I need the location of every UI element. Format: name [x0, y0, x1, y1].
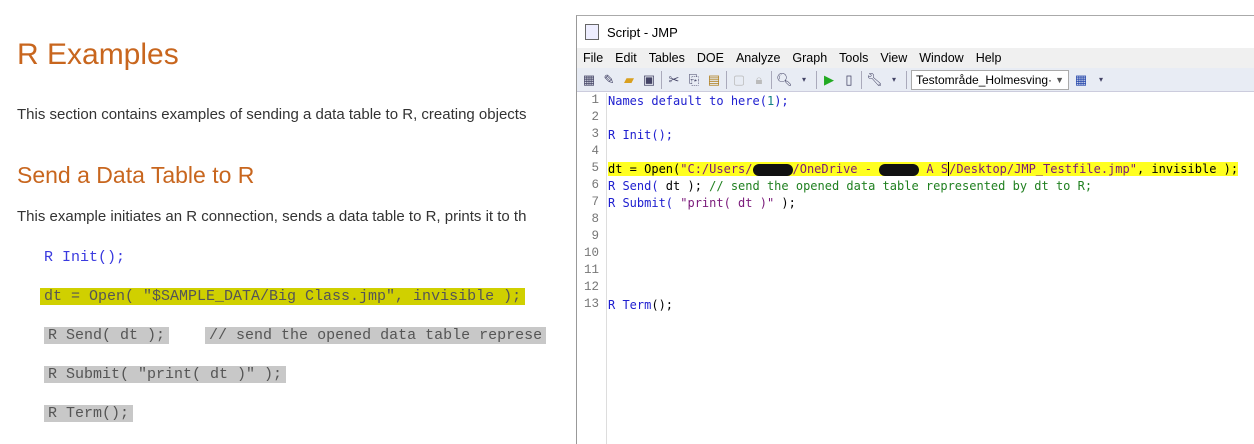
menu-analyze[interactable]: Analyze: [736, 51, 780, 65]
paste-icon[interactable]: ▤: [706, 72, 722, 88]
search-icon[interactable]: 🔍︎: [776, 72, 793, 88]
copy-icon[interactable]: ⎘: [686, 72, 702, 88]
code-token: R Submit(: [608, 196, 674, 210]
line-number: 5: [591, 161, 599, 175]
code-string: A S: [919, 162, 949, 176]
menu-doe[interactable]: DOE: [697, 51, 724, 65]
line-number: 6: [591, 178, 599, 192]
menu-tools[interactable]: Tools: [839, 51, 868, 65]
code-line-3: R Init();: [608, 128, 673, 142]
data-table-icon[interactable]: ▦: [1073, 72, 1089, 88]
menu-tables[interactable]: Tables: [649, 51, 685, 65]
doc-code-line-4: R Submit( "print( dt )" );: [44, 363, 287, 387]
doc-code-line-1: R Init();: [44, 246, 125, 270]
code-token: R Send(: [608, 179, 659, 193]
code-line-13: R Term();: [608, 298, 673, 312]
line-number: 7: [591, 195, 599, 209]
code-line-1: Names default to here(1);: [608, 94, 789, 108]
section-title: Send a Data Table to R: [17, 162, 255, 188]
code-text: R Submit( "print( dt )" );: [44, 366, 287, 383]
line-number: 10: [583, 246, 599, 260]
line-number: 11: [583, 263, 599, 277]
save-icon[interactable]: ▣: [641, 72, 657, 88]
code-token: dt = Open(: [608, 162, 681, 176]
combo-value: Testområde_Holmesving·: [916, 72, 1053, 87]
toolbar: ▦ ✎ ▰ ▣ ✂ ⎘ ▤ ▢ 🔒︎ 🔍︎ ▾ ▶ ▯ 🔧︎ ▾ Testomr…: [577, 68, 1254, 92]
code-comment: // send the opened data table represente…: [709, 179, 1093, 193]
script-document-icon[interactable]: ▯: [841, 72, 857, 88]
code-line-7: R Submit( "print( dt )" );: [608, 196, 796, 210]
new-data-table-icon[interactable]: ▦: [581, 72, 597, 88]
code-text: R Send( dt );: [44, 327, 170, 344]
lock-icon: 🔒︎: [755, 71, 763, 87]
code-string: "C:/Users/: [680, 162, 753, 176]
jmp-script-window: Script - JMP File Edit Tables DOE Analyz…: [576, 15, 1254, 444]
doc-code-line-2: dt = Open( "$SAMPLE_DATA/Big Class.jmp",…: [40, 285, 526, 309]
chevron-down-icon: ▼: [1055, 74, 1064, 85]
line-number: 8: [591, 212, 599, 226]
code-comment: // send the opened data table represe: [205, 327, 547, 344]
line-number: 4: [591, 144, 599, 158]
code-text: Init();: [53, 249, 126, 266]
code-string: /Desktop/JMP_Testfile.jmp": [948, 162, 1137, 176]
line-number: 12: [583, 280, 599, 294]
page-title: R Examples: [17, 38, 179, 71]
separator: [816, 70, 817, 89]
code-token: , invisible );: [1136, 162, 1239, 176]
title-bar[interactable]: Script - JMP: [577, 16, 1254, 48]
redaction-mark: [879, 163, 920, 176]
section-text: This example initiates an R connection, …: [17, 208, 527, 225]
new-script-icon[interactable]: ✎: [601, 72, 617, 88]
menu-bar: File Edit Tables DOE Analyze Graph Tools…: [577, 48, 1254, 68]
script-editor[interactable]: 1 2 3 4 5 6 7 8 9 10 11 12 13 Names default to here(…: [577, 93, 1254, 444]
menu-edit[interactable]: Edit: [615, 51, 637, 65]
line-number: 2: [591, 110, 599, 124]
separator: [771, 70, 772, 89]
debug-tools-icon[interactable]: 🔧︎: [866, 72, 883, 88]
code-text: R Term();: [44, 405, 134, 422]
menu-file[interactable]: File: [583, 51, 603, 65]
code-string: /OneDrive -: [792, 162, 880, 176]
separator: [661, 70, 662, 89]
code-token: Names default to here(: [608, 94, 767, 108]
redaction-mark: [752, 163, 793, 176]
menu-view[interactable]: View: [880, 51, 907, 65]
code-token: R Init();: [608, 128, 674, 142]
open-folder-icon[interactable]: ▰: [621, 72, 637, 88]
line-number: 13: [583, 297, 599, 311]
script-icon: [585, 24, 599, 40]
code-token: ();: [651, 298, 674, 312]
code-string: "print( dt )": [673, 196, 775, 210]
code-line-6: R Send( dt ); // send the opened data ta…: [608, 179, 1092, 193]
code-token: R Term: [608, 298, 652, 312]
overflow-icon[interactable]: ▾: [1093, 72, 1109, 88]
overflow-icon[interactable]: ▾: [886, 72, 902, 88]
menu-graph[interactable]: Graph: [792, 51, 827, 65]
separator: [906, 70, 907, 89]
line-number: 1: [591, 93, 599, 107]
disabled-tool-icon: ▢: [732, 71, 746, 87]
code-line-5: dt = Open("C:/Users/ /OneDrive - A S/Desk…: [608, 162, 1239, 176]
run-script-icon[interactable]: ▶: [821, 72, 837, 88]
cut-icon[interactable]: ✂: [666, 72, 682, 88]
code-token: dt );: [658, 179, 710, 193]
doc-code-line-3: R Send( dt ); // send the opened data ta…: [44, 324, 547, 348]
code-keyword: R: [44, 249, 54, 266]
code-text-highlighted: dt = Open( "$SAMPLE_DATA/Big Class.jmp",…: [40, 288, 526, 305]
window-title: Script - JMP: [607, 24, 678, 40]
line-number: 3: [591, 127, 599, 141]
overflow-icon[interactable]: ▾: [796, 72, 812, 88]
menu-window[interactable]: Window: [919, 51, 963, 65]
code-token: );: [774, 94, 789, 108]
data-table-combo[interactable]: Testområde_Holmesving· ▼: [911, 69, 1069, 90]
intro-text: This section contains examples of sendin…: [17, 106, 527, 123]
menu-help[interactable]: Help: [976, 51, 1002, 65]
doc-code-line-5: R Term();: [44, 402, 134, 426]
line-number: 9: [591, 229, 599, 243]
documentation-page: R Examples This section contains example…: [0, 0, 580, 444]
separator: [861, 70, 862, 89]
separator: [726, 70, 727, 89]
code-token: );: [774, 196, 796, 210]
